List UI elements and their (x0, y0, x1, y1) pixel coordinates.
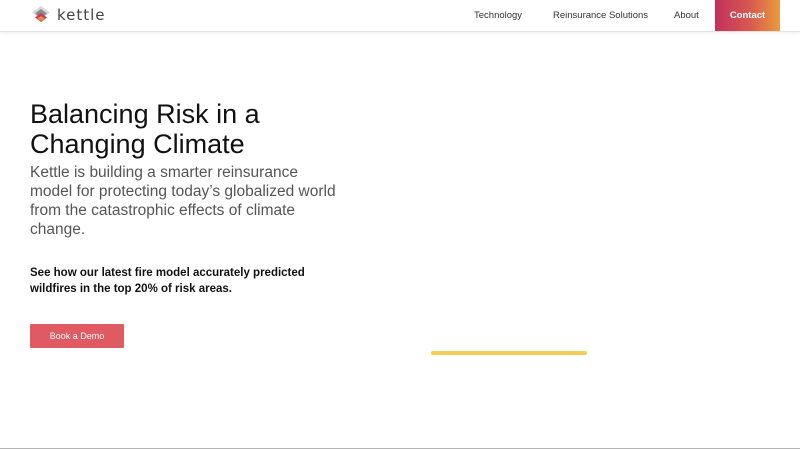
logo-text: kettle (57, 6, 106, 24)
hero-title: Balancing Risk in a Changing Climate (30, 99, 260, 159)
nav-about[interactable]: About (674, 0, 699, 31)
hero-description: Kettle is building a smarter reinsurance… (30, 164, 336, 238)
book-demo-button[interactable]: Book a Demo (30, 324, 124, 348)
fire-model-note: See how our latest fire model accurately… (30, 267, 305, 295)
logo-link[interactable]: kettle (30, 4, 106, 26)
loading-bar-fill (431, 351, 587, 355)
contact-button[interactable]: Contact (715, 0, 780, 31)
nav-reinsurance-solutions[interactable]: Reinsurance Solutions (553, 0, 648, 31)
landing-page: kettle Technology Reinsurance Solutions … (0, 0, 800, 450)
site-header: kettle Technology Reinsurance Solutions … (0, 0, 800, 32)
bottom-divider (0, 448, 800, 449)
loading-bar (431, 351, 587, 355)
nav-technology[interactable]: Technology (474, 0, 522, 31)
layered-diamond-logo-icon (32, 6, 50, 22)
